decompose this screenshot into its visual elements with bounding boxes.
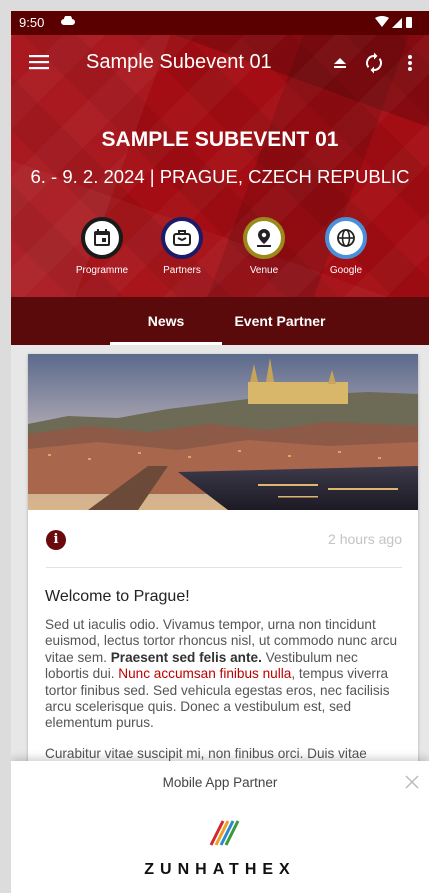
- shortcut-venue[interactable]: Venue: [228, 217, 300, 276]
- event-title: SAMPLE SUBEVENT 01: [101, 128, 339, 151]
- app-screen: 9:50 Sample Subevent 01 SAMPLE SUBEVENT …: [11, 11, 429, 893]
- shortcut-google-ring: [325, 217, 367, 259]
- status-bar: 9:50: [11, 11, 429, 35]
- status-time: 9:50: [19, 15, 45, 30]
- event-date-location: 6. - 9. 2. 2024 | PRAGUE, CZECH REPUBLIC: [30, 166, 410, 187]
- news-headline: Welcome to Prague!: [45, 588, 190, 605]
- partner-name: ZUNHATHEX: [144, 861, 296, 878]
- hamburger-menu-icon[interactable]: [29, 54, 49, 70]
- cloud-icon: [61, 16, 75, 25]
- shortcut-programme[interactable]: Programme: [66, 217, 138, 276]
- calendar-icon: [94, 229, 110, 246]
- battery-icon: [406, 17, 412, 28]
- sync-icon[interactable]: [363, 52, 385, 74]
- shortcut-partners-ring: [161, 217, 203, 259]
- tab-bar: News Event Partner: [11, 297, 429, 345]
- shortcut-partners[interactable]: Partners: [146, 217, 218, 276]
- cellular-signal-icon: [392, 18, 402, 28]
- news-body: Sed ut iaculis odio. Vivamus tempor, urn…: [45, 617, 405, 776]
- card-divider: [46, 567, 402, 568]
- shortcut-venue-label: Venue: [249, 265, 279, 276]
- shortcut-partners-label: Partners: [163, 265, 201, 276]
- prague-cityscape-image: [28, 354, 418, 510]
- shortcut-google-label: Google: [329, 265, 363, 276]
- tab-news[interactable]: News: [110, 297, 222, 345]
- mobile-app-partner-sheet[interactable]: Mobile App Partner ZUNHATHEX: [11, 761, 429, 893]
- news-bold-text: Praesent sed felis ante.: [110, 649, 262, 665]
- top-app-bar: Sample Subevent 01: [11, 35, 429, 91]
- shortcut-programme-ring: [81, 217, 123, 259]
- app-bar-title: Sample Subevent 01: [86, 51, 272, 73]
- news-paragraph-1: Sed ut iaculis odio. Vivamus tempor, urn…: [45, 617, 405, 732]
- zunhathex-logo-icon: [209, 820, 240, 846]
- post-time-ago: 2 hours ago: [328, 531, 402, 547]
- shortcut-programme-label: Programme: [75, 265, 129, 276]
- shortcut-google[interactable]: Google: [310, 217, 382, 276]
- event-header: Sample Subevent 01 SAMPLE SUBEVENT 01 6.…: [11, 35, 429, 345]
- globe-icon: [337, 229, 355, 247]
- system-status-icons: [375, 16, 412, 28]
- news-link[interactable]: Nunc accumsan finibus nulla: [118, 666, 291, 681]
- wifi-icon: [375, 16, 389, 27]
- tab-event-partner[interactable]: Event Partner: [222, 297, 338, 345]
- sheet-title: Mobile App Partner: [162, 775, 278, 790]
- info-icon: i: [46, 530, 66, 550]
- more-options-icon[interactable]: [399, 52, 421, 74]
- partners-icon: [173, 230, 191, 246]
- location-pin-icon: [257, 229, 271, 247]
- eject-collapse-icon[interactable]: [329, 52, 351, 74]
- shortcut-row: Programme Partners Venue Google: [11, 217, 429, 297]
- close-icon[interactable]: [403, 773, 421, 791]
- shortcut-venue-ring: [243, 217, 285, 259]
- news-paragraph-2: Curabitur vitae suscipit mi, non finibus…: [45, 745, 367, 761]
